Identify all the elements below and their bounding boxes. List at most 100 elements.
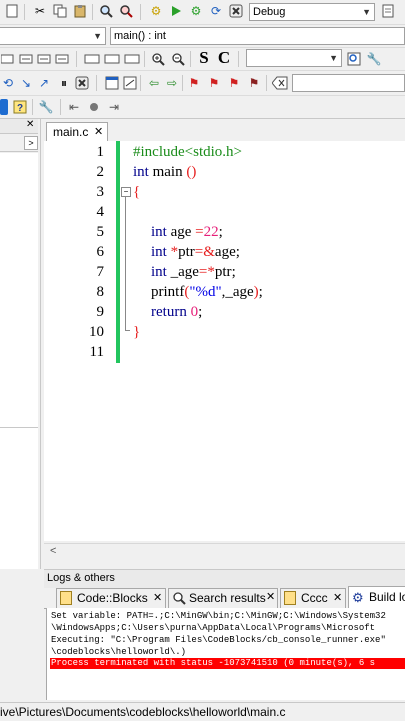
tab-search-results[interactable]: Search results — [168, 588, 278, 608]
bookmark-next-icon[interactable]: ⚑ — [226, 75, 242, 91]
tab-build-log[interactable]: ⚙ Build lo — [348, 586, 405, 608]
log-page-icon — [284, 591, 296, 605]
abort-icon[interactable] — [228, 3, 244, 19]
toolbar-separator — [92, 4, 93, 20]
toolbar-separator — [140, 4, 141, 20]
change-bar — [116, 141, 120, 363]
build-target-select[interactable]: Debug ▼ — [249, 3, 375, 21]
tab-main-c[interactable]: main.c ✕ — [46, 122, 108, 141]
log-line: Executing: "C:\Program Files\CodeBlocks/… — [51, 635, 386, 645]
stop-debug-icon[interactable] — [74, 75, 90, 91]
toolbar-row-5: ? 🔧 ⇤ ⇥ — [0, 96, 405, 119]
toggle-comment-icon[interactable] — [36, 51, 52, 67]
bookmark-toggle-icon[interactable]: ⚑ — [186, 75, 202, 91]
toolbar-separator — [96, 75, 97, 91]
chevron-right-icon[interactable]: > — [24, 136, 38, 150]
operator-token: () — [186, 164, 197, 180]
fold-line — [125, 197, 126, 331]
semicolon-token: ; — [218, 224, 223, 240]
tab-cccc[interactable]: Cccc ✕ — [280, 588, 346, 608]
letter-s-button[interactable]: S — [196, 49, 212, 66]
bookmark-clear-icon[interactable]: ⚑ — [246, 75, 262, 91]
wrench-icon[interactable]: 🔧 — [366, 51, 382, 67]
debug-windows-icon[interactable] — [104, 75, 120, 91]
semicolon-token: ; — [231, 264, 236, 280]
run-icon[interactable] — [168, 3, 184, 19]
logs-panel-title: Logs & others — [47, 572, 115, 584]
chevron-down-icon: ▼ — [362, 7, 371, 17]
keyword-token: int — [151, 264, 167, 280]
tab-close-icon[interactable]: ✕ — [153, 589, 162, 607]
project-tree-area[interactable] — [0, 153, 38, 569]
find-replace-icon[interactable] — [118, 3, 134, 19]
forward-arrow-icon[interactable]: ⇨ — [164, 75, 180, 91]
code-line-3: { — [133, 182, 140, 202]
stream-comment-icon[interactable] — [54, 51, 70, 67]
paste-icon[interactable] — [72, 3, 88, 19]
horizontal-scrollbar[interactable]: < — [44, 543, 405, 560]
select-range-icon[interactable] — [104, 51, 120, 67]
letter-c-button[interactable]: C — [216, 49, 232, 66]
function-select-value: main() : int — [114, 30, 166, 42]
fold-marker-icon[interactable]: − — [121, 187, 131, 197]
close-icon[interactable]: ✕ — [26, 119, 34, 130]
search-go-icon[interactable] — [346, 51, 362, 67]
select-block-icon[interactable] — [84, 51, 100, 67]
management-panel: ✕ > — [0, 119, 41, 569]
toolbar-row-4: ⟲ ↘ ↗ ⏸ ⇦ ⇨ ⚑ ⚑ ⚑ ⚑ — [0, 71, 405, 96]
select-all-icon[interactable] — [124, 51, 140, 67]
identifier-token: ptr — [214, 264, 232, 280]
tab-codeblocks-log[interactable]: Code::Blocks ✕ — [56, 588, 166, 608]
back-arrow-icon[interactable]: ⇦ — [146, 75, 162, 91]
toolbar-separator — [266, 75, 267, 91]
comment-icon[interactable] — [0, 51, 16, 67]
step-into-icon[interactable]: ↘ — [18, 75, 34, 91]
cut-icon[interactable]: ✂ — [32, 3, 48, 19]
zoom-in-icon[interactable] — [150, 51, 166, 67]
record-icon[interactable] — [86, 99, 102, 115]
panel-icon[interactable] — [0, 99, 8, 115]
search-combo[interactable]: ▼ — [246, 49, 342, 67]
chevron-down-icon: ▼ — [329, 53, 338, 63]
tab-close-icon[interactable]: ✕ — [266, 590, 275, 603]
code-line-1: #include<stdio.h> — [133, 142, 242, 162]
line-number: 4 — [96, 204, 105, 220]
line-number: 7 — [96, 264, 105, 280]
tools-wrench-icon[interactable]: 🔧 — [38, 99, 54, 115]
tab-close-icon[interactable]: ✕ — [333, 589, 342, 607]
line-number: 2 — [96, 164, 105, 180]
identifier-token: age — [166, 224, 196, 240]
step-out-icon[interactable]: ↗ — [36, 75, 52, 91]
tab-close-icon[interactable]: ✕ — [94, 125, 103, 138]
zoom-out-icon[interactable] — [170, 51, 186, 67]
line-number: 1 — [96, 144, 105, 160]
identifier-token: ptr — [178, 244, 195, 260]
function-select[interactable]: main() : int — [110, 27, 405, 45]
build-options-icon[interactable] — [380, 3, 396, 19]
new-file-icon[interactable] — [4, 3, 20, 19]
chevron-down-icon: ▼ — [93, 31, 102, 41]
clear-search-icon[interactable] — [272, 75, 288, 91]
find-icon[interactable] — [98, 3, 114, 19]
jump-forward-icon[interactable]: ⇥ — [106, 99, 122, 115]
scope-select[interactable]: ▼ — [0, 27, 106, 45]
rebuild-icon[interactable]: ⟳ — [208, 3, 224, 19]
jump-back-icon[interactable]: ⇤ — [66, 99, 82, 115]
uncomment-icon[interactable] — [18, 51, 34, 67]
keyword-token: return — [151, 304, 187, 320]
management-tab-strip: > — [0, 135, 38, 152]
various-info-icon[interactable] — [122, 75, 138, 91]
operator-token: = — [195, 224, 204, 240]
bookmark-prev-icon[interactable]: ⚑ — [206, 75, 222, 91]
tab-label: Code::Blocks — [77, 591, 148, 605]
help-icon[interactable]: ? — [12, 99, 28, 115]
semicolon-token: ; — [235, 244, 240, 260]
build-gear-icon[interactable]: ⚙ — [148, 3, 164, 19]
build-and-run-icon[interactable]: ⚙ — [188, 3, 204, 19]
copy-icon[interactable] — [52, 3, 68, 19]
scroll-left-icon[interactable]: < — [50, 545, 56, 557]
break-icon[interactable]: ⏸ — [56, 75, 72, 91]
code-line-7: int _age=*ptr; — [151, 262, 236, 282]
bookmark-combo[interactable] — [292, 74, 405, 92]
debug-icon[interactable]: ⟲ — [0, 75, 16, 91]
